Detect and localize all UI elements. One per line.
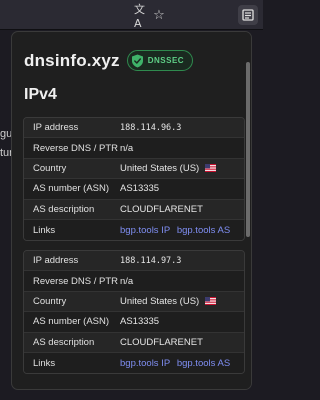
ip-address-label: IP address (33, 122, 79, 134)
ip-address-label: IP address (33, 255, 79, 267)
links-label: Links (33, 357, 56, 369)
links-label: Links (33, 224, 56, 236)
country-cell: United States (US) (120, 163, 244, 174)
links-cell: bgp.tools IP bgp.tools AS (120, 225, 244, 236)
asn-label: AS number (ASN) (33, 316, 110, 328)
us-flag-icon (204, 296, 216, 305)
table-row: IP address 188.114.97.3 (24, 251, 244, 272)
table-row: AS description CLOUDFLARENET (24, 332, 244, 353)
extension-popup: dnsinfo.xyz DNSSEC IPv4 IP address 188.1… (11, 31, 252, 390)
table-row: AS number (ASN) AS13335 (24, 312, 244, 333)
shield-check-icon (131, 54, 143, 67)
section-title-ipv4: IPv4 (24, 86, 57, 103)
dnssec-label: DNSSEC (147, 56, 185, 65)
table-row: IP address 188.114.96.3 (24, 118, 244, 139)
star-icon[interactable]: ☆ (150, 6, 168, 24)
ip-address-value: 188.114.97.3 (120, 255, 182, 266)
domain-title: dnsinfo.xyz (24, 50, 120, 70)
ip-record-card: IP address 188.114.97.3 Reverse DNS / PT… (23, 250, 245, 375)
reverse-dns-value: n/a (120, 142, 134, 154)
table-row: Links bgp.tools IP bgp.tools AS (24, 352, 244, 374)
links-cell: bgp.tools IP bgp.tools AS (120, 358, 244, 369)
us-flag-icon (204, 163, 216, 172)
bgp-tools-as-link[interactable]: bgp.tools AS (177, 358, 230, 369)
ip-address-value: 188.114.96.3 (120, 122, 182, 133)
bgp-tools-ip-link[interactable]: bgp.tools IP (120, 358, 170, 369)
country-value: United States (US) (120, 295, 200, 307)
dnssec-badge: DNSSEC (126, 50, 194, 71)
as-description-value: CLOUDFLARENET (120, 203, 203, 215)
bgp-tools-ip-link[interactable]: bgp.tools IP (120, 225, 170, 236)
popup-scrollbar[interactable] (245, 32, 251, 389)
table-row: Country United States (US) (24, 291, 244, 313)
reverse-dns-label: Reverse DNS / PTR (33, 142, 118, 154)
asn-value: AS13335 (120, 316, 160, 328)
ip-record-card: IP address 188.114.96.3 Reverse DNS / PT… (23, 117, 245, 242)
reverse-dns-value: n/a (120, 275, 134, 287)
country-value: United States (US) (120, 162, 200, 174)
browser-toolbar: 文A ☆ (0, 0, 263, 30)
as-description-value: CLOUDFLARENET (120, 336, 203, 348)
dnsinfo-extension-icon[interactable] (238, 5, 258, 25)
country-label: Country (33, 295, 67, 307)
table-row: Reverse DNS / PTR n/a (24, 138, 244, 159)
table-row: AS number (ASN) AS13335 (24, 179, 244, 200)
as-description-label: AS description (33, 336, 95, 348)
asn-value: AS13335 (120, 183, 160, 195)
asn-label: AS number (ASN) (33, 183, 110, 195)
country-cell: United States (US) (120, 296, 244, 307)
reverse-dns-label: Reverse DNS / PTR (33, 275, 118, 287)
table-row: Country United States (US) (24, 158, 244, 180)
table-row: Links bgp.tools IP bgp.tools AS (24, 219, 244, 241)
as-description-label: AS description (33, 203, 95, 215)
bgp-tools-as-link[interactable]: bgp.tools AS (177, 225, 230, 236)
country-label: Country (33, 162, 67, 174)
popup-header: dnsinfo.xyz DNSSEC (24, 50, 194, 71)
scrollbar-thumb[interactable] (246, 62, 250, 237)
table-row: AS description CLOUDFLARENET (24, 199, 244, 220)
table-row: Reverse DNS / PTR n/a (24, 271, 244, 292)
